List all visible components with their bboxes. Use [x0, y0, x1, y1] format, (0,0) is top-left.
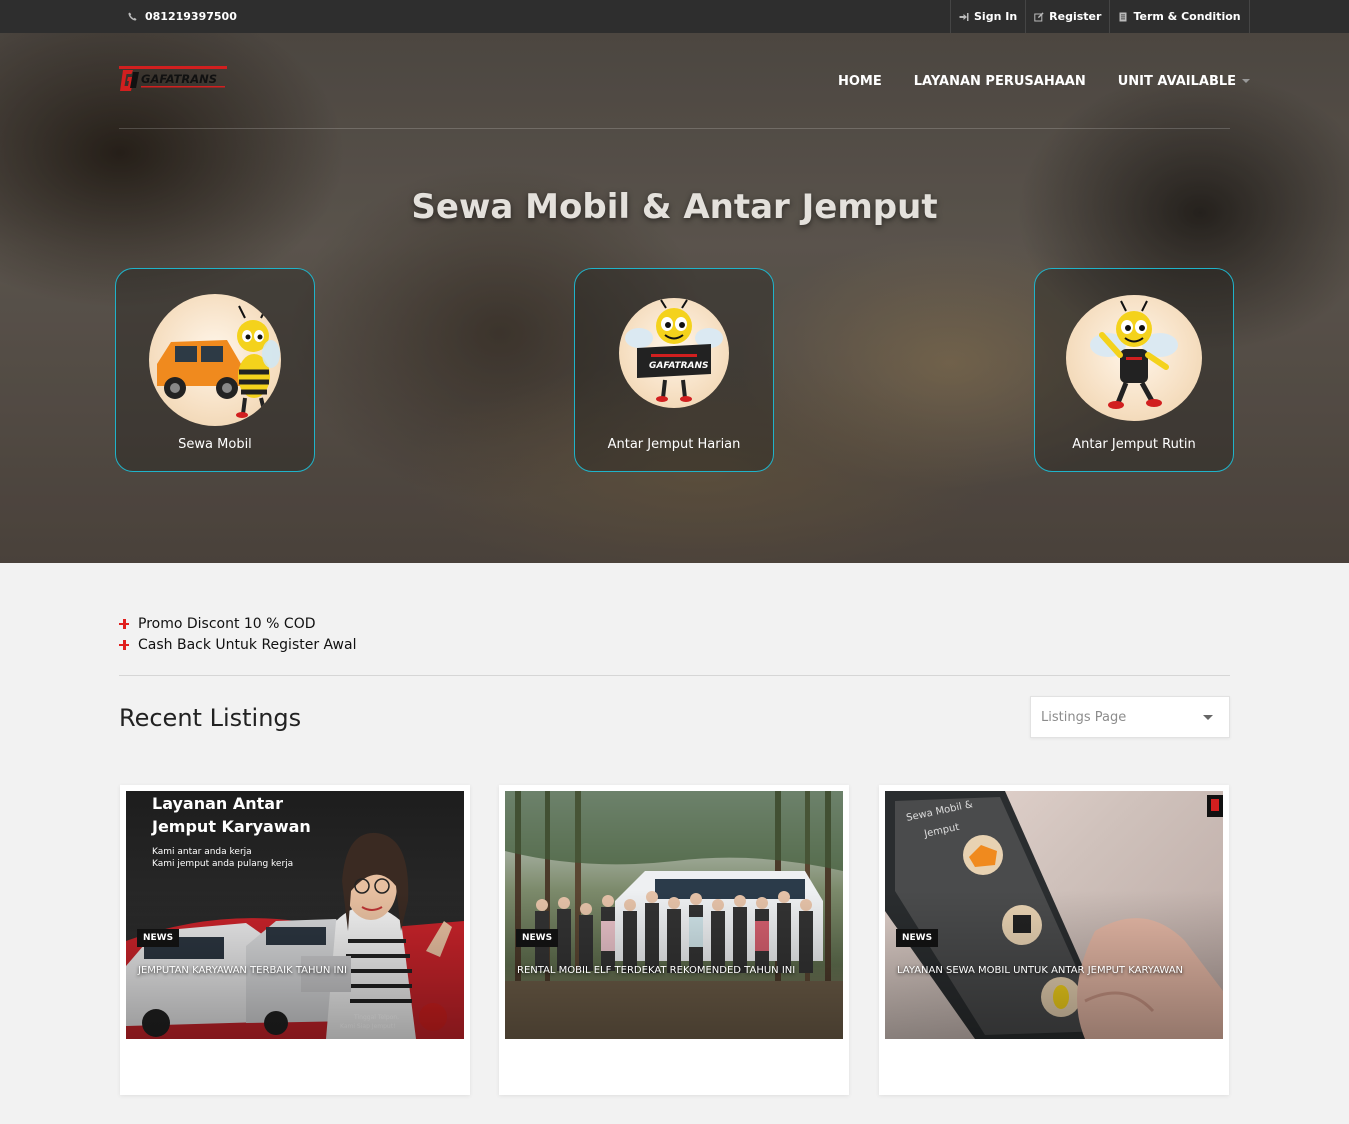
listing-image: Sewa Mobil & Jemput NEWS LAYANAN SEWA MO…	[885, 791, 1223, 1039]
service-label: Antar Jemput Rutin	[1072, 437, 1196, 452]
listing-image: Layanan Antar Jemput Karyawan Kami antar…	[126, 791, 464, 1039]
svg-text:GAFATRANS: GAFATRANS	[649, 361, 709, 371]
edit-icon	[1034, 11, 1044, 21]
promo-item: Cash Back Untuk Register Awal	[119, 634, 356, 655]
promo-list: Promo Discont 10 % COD Cash Back Untuk R…	[119, 613, 356, 655]
phone-number: 081219397500	[145, 10, 237, 23]
service-label: Sewa Mobil	[178, 437, 252, 452]
recent-listings-title: Recent Listings	[119, 704, 302, 732]
header-divider	[119, 128, 1230, 129]
main-nav: HOME LAYANAN PERUSAHAAN UNIT AVAILABLE	[822, 70, 1266, 92]
svg-text:GAFATRANS: GAFATRANS	[141, 72, 217, 86]
car-bee-mascot-icon	[149, 294, 281, 426]
news-badge: NEWS	[896, 929, 939, 947]
account-links: Sign In Register Term & Condition	[950, 0, 1250, 33]
waving-bee-mascot-icon	[1066, 295, 1202, 421]
plus-icon	[119, 618, 129, 629]
listing-title: LAYANAN SEWA MOBIL UNTUK ANTAR JEMPUT KA…	[897, 965, 1184, 976]
listing-image: NEWS RENTAL MOBIL ELF TERDEKAT REKOMENDE…	[505, 791, 843, 1039]
nav-layanan-perusahaan[interactable]: LAYANAN PERUSAHAAN	[898, 70, 1102, 92]
gafatrans-logo[interactable]: GAFATRANS	[119, 64, 227, 94]
top-bar: 081219397500 Sign In Register Term & Con…	[0, 0, 1349, 33]
news-badge: NEWS	[137, 929, 180, 947]
nav-unit-available[interactable]: UNIT AVAILABLE	[1102, 70, 1266, 92]
plus-icon	[119, 639, 129, 650]
section-divider	[119, 675, 1230, 676]
service-label: Antar Jemput Harian	[607, 437, 741, 452]
dropdown-arrow-icon	[1203, 715, 1213, 720]
listing-card[interactable]: Sewa Mobil & Jemput NEWS LAYANAN SEWA MO…	[879, 785, 1229, 1095]
service-card-antar-jemput-harian[interactable]: GAFATRANS Antar Jemput Harian	[574, 268, 774, 472]
phone-icon	[128, 12, 137, 21]
listing-title: JEMPUTAN KARYAWAN TERBAIK TAHUN INI	[138, 965, 347, 976]
service-card-sewa-mobil[interactable]: Sewa Mobil	[115, 268, 315, 472]
chevron-down-icon	[1242, 79, 1251, 83]
listing-card[interactable]: NEWS RENTAL MOBIL ELF TERDEKAT REKOMENDE…	[499, 785, 849, 1095]
register-link[interactable]: Register	[1026, 0, 1111, 33]
promo-item: Promo Discont 10 % COD	[119, 613, 356, 634]
listing-card[interactable]: Layanan Antar Jemput Karyawan Kami antar…	[120, 785, 470, 1095]
hero-section: GAFATRANS HOME LAYANAN PERUSAHAAN UNIT A…	[0, 33, 1349, 563]
listings-page-select[interactable]: Listings Page	[1030, 696, 1230, 738]
hero-title: Sewa Mobil & Antar Jemput	[411, 187, 938, 227]
nav-home[interactable]: HOME	[822, 70, 898, 92]
listing-title: RENTAL MOBIL ELF TERDEKAT REKOMENDED TAH…	[517, 965, 796, 976]
phone-contact[interactable]: 081219397500	[128, 0, 237, 33]
banner-bee-mascot-icon: GAFATRANS	[619, 298, 729, 408]
service-card-antar-jemput-rutin[interactable]: Antar Jemput Rutin	[1034, 268, 1234, 472]
sign-in-icon	[959, 12, 969, 21]
news-badge: NEWS	[516, 929, 559, 947]
sign-in-link[interactable]: Sign In	[951, 0, 1027, 33]
terms-link[interactable]: Term & Condition	[1110, 0, 1250, 33]
document-icon	[1119, 12, 1127, 21]
